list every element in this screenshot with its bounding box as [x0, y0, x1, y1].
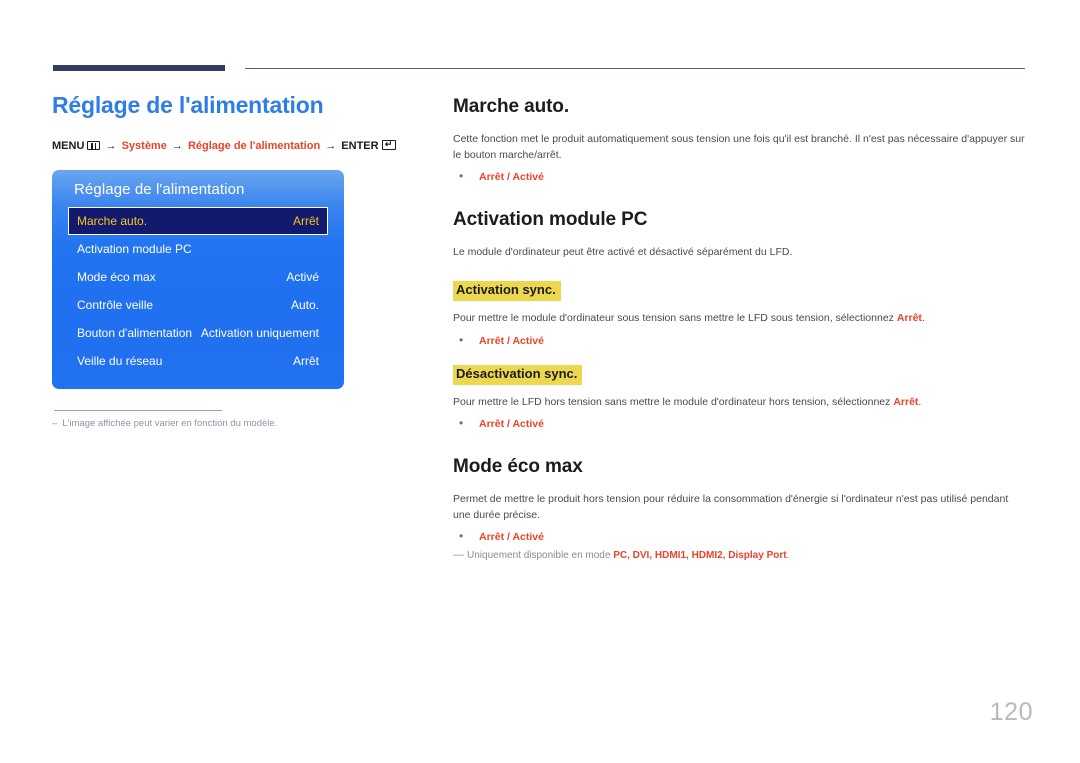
- highlight-heading-activation-sync: Activation sync.: [453, 281, 561, 302]
- footnote-dash-icon: ―: [453, 549, 464, 562]
- section-heading-activation-module-pc: Activation module PC: [453, 209, 648, 231]
- bullet-text: Arrêt / Activé: [479, 531, 544, 544]
- osd-menu-title: Réglage de l'alimentation: [74, 180, 245, 198]
- osd-row-label: Veille du réseau: [77, 353, 163, 368]
- enter-key-icon: [381, 140, 396, 151]
- footnote-text: Uniquement disponible en mode PC, DVI, H…: [467, 549, 789, 564]
- osd-row-value: Arrêt: [292, 213, 319, 228]
- bullet-text: Arrêt / Activé: [479, 417, 544, 430]
- bullet-activation-sync: • Arrêt / Activé: [453, 334, 1026, 347]
- bullet-icon: •: [459, 529, 464, 544]
- bullet-desactivation-sync: • Arrêt / Activé: [453, 417, 1026, 430]
- breadcrumb-menu-label: MENU: [52, 140, 85, 153]
- menu-grid-icon: [87, 141, 101, 151]
- header-rule-thin: [245, 68, 1025, 69]
- paragraph-part-bold: Arrêt: [893, 395, 919, 408]
- osd-row-value: Arrêt: [292, 353, 319, 368]
- breadcrumb: MENU → Système → Réglage de l'alimentati…: [52, 140, 402, 153]
- bullet-icon: •: [459, 415, 464, 430]
- section-paragraph-activation-sync: Pour mettre le module d'ordinateur sous …: [453, 310, 1026, 326]
- section-paragraph-mode-eco-max: Permet de mettre le produit hors tension…: [453, 492, 1009, 521]
- right-column: Marche auto. Cette fonction met le produ…: [453, 96, 1026, 564]
- osd-row-marche-auto[interactable]: Marche auto. Arrêt: [68, 206, 328, 235]
- page-number: 120: [989, 698, 1033, 726]
- breadcrumb-enter-label: ENTER: [341, 140, 379, 153]
- osd-row-value: Activation uniquement: [200, 325, 319, 340]
- osd-row-veille-du-reseau[interactable]: Veille du réseau Arrêt: [68, 347, 328, 375]
- header-rule-thick: [53, 65, 225, 71]
- osd-row-controle-veille[interactable]: Contrôle veille Auto.: [68, 291, 328, 319]
- left-note: ‒ L'image affichée peut varier en foncti…: [52, 418, 402, 430]
- left-column: Réglage de l'alimentation MENU → Système…: [52, 92, 402, 430]
- bullet-text: Arrêt / Activé: [479, 171, 544, 184]
- footnote-part-modes: PC, DVI, HDMI1, HDMI2, Display Port: [613, 550, 787, 562]
- paragraph-part-bold: Arrêt: [896, 312, 922, 325]
- bullet-marche-auto: • Arrêt / Activé: [453, 170, 1026, 183]
- highlight-heading-desactivation-sync: Désactivation sync.: [453, 364, 583, 385]
- osd-row-activation-module-pc[interactable]: Activation module PC: [68, 235, 328, 263]
- bullet-text: Arrêt / Activé: [479, 334, 544, 347]
- footnote-part-pre: Uniquement disponible en mode: [467, 550, 614, 562]
- breadcrumb-arrow-1: →: [105, 140, 117, 153]
- left-note-text: L'image affichée peut varier en fonction…: [62, 417, 278, 429]
- osd-row-label: Mode éco max: [77, 269, 156, 284]
- osd-row-label: Contrôle veille: [77, 297, 154, 312]
- bullet-icon: •: [459, 332, 464, 347]
- note-dash-icon: ‒: [52, 417, 58, 429]
- osd-row-label: Activation module PC: [77, 241, 192, 256]
- osd-row-label: Marche auto.: [77, 213, 148, 228]
- osd-row-bouton-alimentation[interactable]: Bouton d'alimentation Activation uniquem…: [68, 319, 328, 347]
- breadcrumb-arrow-2: →: [171, 140, 183, 153]
- left-note-divider: [54, 409, 222, 411]
- section-heading-mode-eco-max: Mode éco max: [453, 455, 583, 477]
- paragraph-part-pre: Pour mettre le LFD hors tension sans met…: [453, 395, 894, 408]
- paragraph-part-post: .: [918, 395, 922, 408]
- bullet-mode-eco-max: • Arrêt / Activé: [453, 530, 1026, 543]
- osd-menu-panel: Réglage de l'alimentation Marche auto. A…: [52, 169, 344, 389]
- footnote-mode-eco-max: ― Uniquement disponible en mode PC, DVI,…: [453, 549, 1026, 564]
- breadcrumb-item-reglage-alimentation[interactable]: Réglage de l'alimentation: [188, 140, 320, 152]
- osd-row-mode-eco-max[interactable]: Mode éco max Activé: [68, 263, 328, 291]
- section-heading-marche-auto: Marche auto.: [453, 96, 569, 117]
- footnote-part-post: .: [786, 550, 790, 562]
- breadcrumb-item-systeme[interactable]: Système: [122, 140, 167, 152]
- osd-row-value: Activé: [286, 269, 319, 284]
- paragraph-part-pre: Pour mettre le module d'ordinateur sous …: [453, 312, 897, 325]
- section-paragraph-desactivation-sync: Pour mettre le LFD hors tension sans met…: [453, 394, 1026, 410]
- paragraph-part-post: .: [921, 312, 925, 325]
- section-paragraph-activation-module-pc: Le module d'ordinateur peut être activé …: [453, 246, 793, 259]
- page-title: Réglage de l'alimentation: [52, 92, 324, 118]
- bullet-icon: •: [459, 169, 464, 184]
- section-paragraph-marche-auto: Cette fonction met le produit automatiqu…: [453, 132, 1025, 162]
- osd-row-value: Auto.: [290, 297, 319, 312]
- breadcrumb-arrow-3: →: [325, 140, 337, 153]
- osd-row-label: Bouton d'alimentation: [77, 325, 193, 340]
